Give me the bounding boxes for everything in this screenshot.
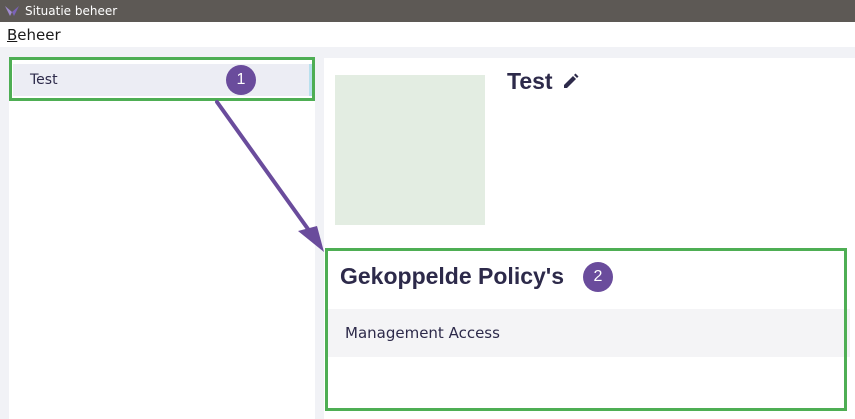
callout-arrow — [215, 100, 324, 252]
